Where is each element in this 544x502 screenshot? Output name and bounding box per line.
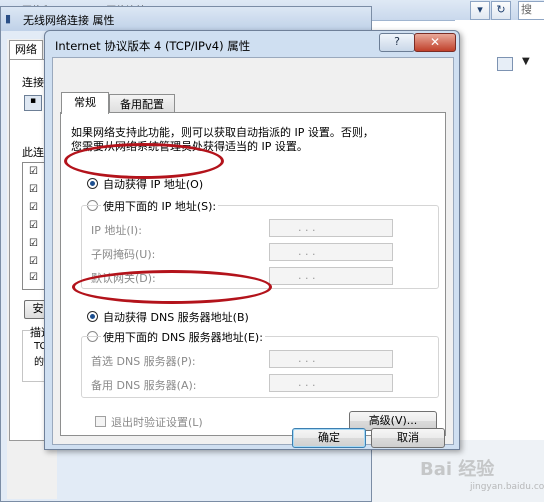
preferred-dns-label: 首选 DNS 服务器(P): xyxy=(91,355,196,368)
tab-general[interactable]: 常规 xyxy=(61,92,109,114)
ip-address-input[interactable]: . . . xyxy=(269,219,393,237)
ip-manual-label[interactable]: 使用下面的 IP 地址(S): xyxy=(101,198,219,214)
wireless-properties-titlebar: ▮ 无线网络连接 属性 xyxy=(1,7,371,31)
ok-button[interactable]: 确定 xyxy=(292,428,366,448)
alternate-dns-input[interactable]: . . . xyxy=(269,374,393,392)
adapter-icon: ▪ xyxy=(24,95,42,111)
description-line-1: 如果网络支持此功能，则可以获取自动指派的 IP 设置。否则， xyxy=(71,126,374,139)
view-options-icon[interactable] xyxy=(497,57,513,71)
annotation-ellipse-ip xyxy=(64,143,224,179)
alternate-dns-label: 备用 DNS 服务器(A): xyxy=(91,379,197,392)
watermark-logo: Bai 经验 xyxy=(420,459,495,480)
refresh-icon[interactable]: ↻ xyxy=(491,1,511,20)
explorer-search-input[interactable]: 搜 xyxy=(518,1,544,20)
component-checkbox[interactable]: ☑ xyxy=(29,185,39,195)
validate-settings-checkbox[interactable] xyxy=(95,416,106,427)
dns-manual-label[interactable]: 使用下面的 DNS 服务器地址(E): xyxy=(101,329,265,345)
ip-auto-radio[interactable] xyxy=(87,178,98,189)
subnet-mask-label: 子网掩码(U): xyxy=(91,248,156,261)
ipv4-properties-dialog: Internet 协议版本 4 (TCP/IPv4) 属性 ? ✕ 常规 备用配… xyxy=(44,30,460,450)
dns-auto-radio[interactable] xyxy=(87,311,98,322)
default-gateway-input[interactable]: . . . xyxy=(269,267,393,285)
tab-network[interactable]: 网络 xyxy=(9,40,43,61)
validate-settings-label[interactable]: 退出时验证设置(L) xyxy=(111,414,203,430)
connect-using-label: 连接 xyxy=(22,76,44,89)
components-label: 此连 xyxy=(22,146,44,159)
subnet-mask-input[interactable]: . . . xyxy=(269,243,393,261)
explorer-content-area xyxy=(455,20,544,502)
ip-address-label: IP 地址(I): xyxy=(91,224,142,237)
description-text: 的 xyxy=(34,357,44,368)
network-adapter-icon: ▮ xyxy=(5,12,12,25)
help-button[interactable]: ? xyxy=(379,33,415,52)
component-checkbox[interactable]: ☑ xyxy=(29,221,39,231)
component-checkbox[interactable]: ☑ xyxy=(29,239,39,249)
component-checkbox[interactable]: ☑ xyxy=(29,167,39,177)
preferred-dns-input[interactable]: . . . xyxy=(269,350,393,368)
dialog-client-area: 常规 备用配置 如果网络支持此功能，则可以获取自动指派的 IP 设置。否则， 您… xyxy=(52,57,454,448)
watermark-url: jingyan.baidu.com xyxy=(470,482,544,492)
annotation-ellipse-dns xyxy=(72,270,272,304)
dialog-title: Internet 协议版本 4 (TCP/IPv4) 属性 xyxy=(55,39,251,53)
cancel-button[interactable]: 取消 xyxy=(371,428,445,448)
tab-alternate-config[interactable]: 备用配置 xyxy=(109,94,175,114)
dropdown-icon[interactable]: ▾ xyxy=(470,1,490,20)
component-checkbox[interactable]: ☑ xyxy=(29,203,39,213)
component-checkbox[interactable]: ☑ xyxy=(29,257,39,267)
chevron-down-icon[interactable]: ▼ xyxy=(522,56,530,67)
wireless-properties-title: 无线网络连接 属性 xyxy=(23,14,115,27)
dns-auto-label[interactable]: 自动获得 DNS 服务器地址(B) xyxy=(103,309,249,325)
close-button[interactable]: ✕ xyxy=(414,33,456,52)
component-checkbox[interactable]: ☑ xyxy=(29,273,39,283)
